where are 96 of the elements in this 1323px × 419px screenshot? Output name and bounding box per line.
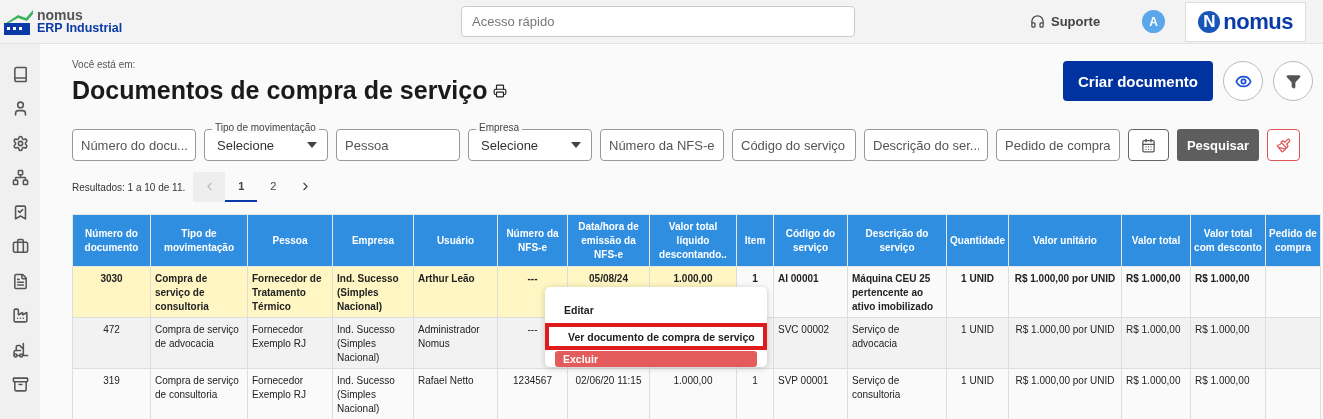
hierarchy-icon[interactable] [11,169,29,186]
document-icon[interactable] [11,272,29,290]
filter-field[interactable]: Número da NFS-e [600,129,724,161]
column-header[interactable]: Descrição do serviço [847,214,947,267]
filter-field[interactable]: Descrição do ser... [864,129,988,161]
table-cell: Fornecedor Exemplo RJ [247,317,333,369]
filter-icon [1285,73,1301,89]
table-cell: R$ 1.000,00 [1190,368,1266,419]
archive-icon[interactable] [11,376,29,393]
column-header[interactable]: Pedido de compra [1265,214,1321,267]
table-cell: 319 [72,368,151,419]
column-header[interactable]: Valor total com desconto [1190,214,1266,267]
support-link[interactable]: Suporte [1051,14,1101,29]
column-header[interactable]: Valor unitário [1008,214,1122,267]
results-count: Resultados: 1 a 10 de 11. [72,181,186,193]
table-cell: Administrador Nomus [413,317,498,369]
caret-icon [307,142,317,148]
table-cell: Rafael Netto [413,368,498,419]
table-cell: 1 [736,368,774,419]
table-cell: Ind. Sucesso (Simples Nacional) [332,317,414,369]
page-button[interactable]: 2 [257,172,290,202]
table-cell: Compra de serviço de advocacia [150,317,248,369]
table-cell: R$ 1.000,00 por UNID [1008,317,1122,369]
table-cell: Arthur Leão [413,266,498,318]
table-cell: Serviço de consultoria [847,368,947,419]
table-cell: R$ 1.000,00 [1121,368,1191,419]
table-cell: R$ 1.000,00 por UNID [1008,368,1122,419]
table-cell: Compra de serviço de consultoria [150,368,248,419]
table-cell: 3030 [72,266,151,318]
app-name: nomus [37,8,84,22]
filter-button[interactable] [1273,61,1313,101]
table-cell: 1.000,00 [649,368,737,419]
table-cell: Compra de serviço de consultoria [150,266,248,318]
gear-icon[interactable] [11,134,29,152]
user-avatar[interactable]: A [1142,10,1166,33]
column-header[interactable]: Pessoa [247,214,333,267]
search-button[interactable]: Pesquisar [1177,129,1259,161]
menu-item[interactable]: Excluir [555,351,757,367]
briefcase-icon[interactable] [11,238,29,255]
column-header[interactable]: Data/hora de emissão da NFS-e [567,214,650,267]
breadcrumb: Você está em: [72,59,137,70]
create-document-button[interactable]: Criar documento [1063,61,1213,101]
table-cell: 1 UNID [946,368,1009,419]
headset-icon[interactable] [1030,14,1045,29]
table-cell: R$ 1.000,00 [1121,266,1191,318]
table-cell: 472 [72,317,151,369]
table-cell: Ind. Sucesso (Simples Nacional) [332,368,414,419]
quick-access-field[interactable]: Acesso rápido [461,6,855,37]
filter-field[interactable]: Código do serviço [732,129,856,161]
table-cell: Máquina CEU 25 pertencente ao ativo imobilizado [847,266,947,318]
table-cell: 02/06/20 11:15 [567,368,650,419]
table-cell: Serviço de advocacia [847,317,947,369]
menu-item[interactable]: Ver documento de compra de serviço [545,323,767,351]
column-header[interactable]: Item [736,214,774,267]
column-header[interactable]: Quantidade [946,214,1009,267]
table-cell: 1 UNID [946,266,1009,318]
table-cell: SVP 00001 [773,368,848,419]
column-header[interactable]: Código do serviço [773,214,848,267]
field-label: Empresa [476,122,522,133]
brush-icon [1276,137,1291,153]
app-subtitle: ERP Industrial [37,21,123,35]
table-cell: R$ 1.000,00 [1190,266,1266,318]
book-icon[interactable] [11,65,29,83]
forklift-icon[interactable] [11,341,29,359]
filter-field[interactable]: Pessoa [336,129,460,161]
table-cell: Ind. Sucesso (Simples Nacional) [332,266,414,318]
filter-field[interactable]: Número do docu... [72,129,196,161]
caret-icon [571,142,581,148]
table-cell: R$ 1.000,00 [1190,317,1266,369]
view-button[interactable] [1223,61,1263,101]
column-header[interactable]: Usuário [413,214,498,267]
print-icon[interactable] [493,83,508,98]
field-label: Tipo de movimentação [212,122,319,133]
table-cell: AI 00001 [773,266,848,318]
brand-logo: N nomus [1185,1,1307,42]
table-cell: 1234567 [497,368,568,419]
table-cell: 1 UNID [946,317,1009,369]
table-cell: R$ 1.000,00 por UNID [1008,266,1122,318]
calendar-icon [1141,137,1156,153]
filter-field[interactable]: Pedido de compra [996,129,1120,161]
column-header[interactable]: Valor total [1121,214,1191,267]
column-header[interactable]: Valor total líquido descontando.. [649,214,737,267]
column-header[interactable]: Tipo de movimentação [150,214,248,267]
column-header[interactable]: Empresa [332,214,414,267]
table-cell: Fornecedor Exemplo RJ [247,368,333,419]
table-cell: Fornecedor de Tratamento Térmico [247,266,333,318]
column-header[interactable]: Número da NFS-e [497,214,568,267]
factory-icon[interactable] [11,307,29,324]
column-header[interactable]: Número do documento [72,214,151,267]
logo-icon [4,8,34,35]
table-cell: R$ 1.000,00 [1121,317,1191,369]
clear-button[interactable] [1267,129,1300,161]
page-button[interactable]: 1 [225,172,258,202]
calendar-button[interactable] [1128,129,1169,161]
page-title: Documentos de compra de serviço [72,76,488,105]
table-cell: SVC 00002 [773,317,848,369]
